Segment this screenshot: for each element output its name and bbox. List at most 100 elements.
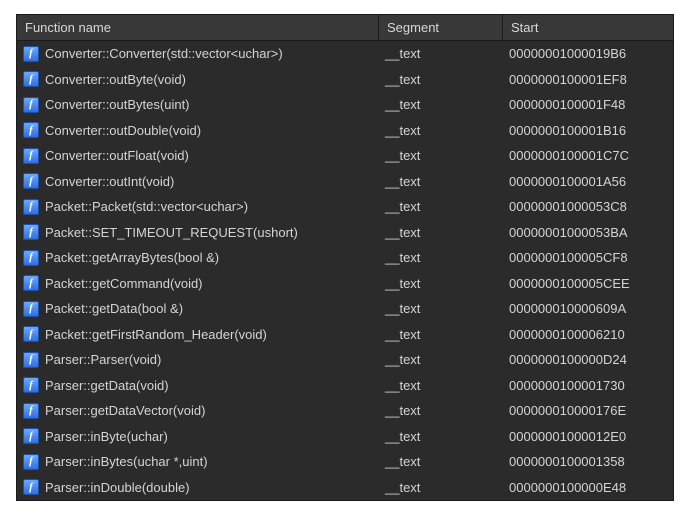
cell-start: 0000000100001B16 [503, 123, 673, 138]
function-icon-glyph: f [29, 74, 33, 85]
function-icon-glyph: f [29, 431, 33, 442]
table-row[interactable]: f Parser::inDouble(double) __text000000010… [17, 475, 673, 501]
cell-function-name: f Converter::Converter(std::vector<uchar>… [17, 46, 379, 62]
function-icon: f [23, 97, 39, 113]
cell-start: 0000000100001C7C [503, 148, 673, 163]
cell-function-name: f Converter::outInt(void) [17, 173, 379, 189]
function-icon: f [23, 326, 39, 342]
cell-start: 0000000100001730 [503, 378, 673, 393]
cell-start: 000000010000609A [503, 301, 673, 316]
table-row[interactable]: fConverter::outDouble(void)__text0000000… [17, 118, 673, 144]
column-header-segment[interactable]: Segment [379, 15, 503, 40]
cell-start: 0000000100001358 [503, 454, 673, 469]
cell-function-name: f Parser::getData(void) [17, 377, 379, 393]
function-name-text: Converter::outInt(void) [45, 174, 174, 189]
cell-function-name: f Packet::getCommand(void) [17, 275, 379, 291]
table-row[interactable]: f Converter::outInt(void) __text0000000100… [17, 169, 673, 195]
function-icon: f [23, 275, 39, 291]
function-icon-glyph: f [29, 456, 33, 467]
cell-start: 0000000100001EF8 [503, 72, 673, 87]
function-icon-glyph: f [29, 125, 33, 136]
cell-segment: __text [379, 97, 503, 112]
function-icon-glyph: f [29, 405, 33, 416]
function-name-text: Packet::getArrayBytes(bool &) [45, 250, 219, 265]
cell-segment: __text [379, 403, 503, 418]
function-icon: f [23, 352, 39, 368]
cell-start: 0000000100005CF8 [503, 250, 673, 265]
function-icon: f [23, 122, 39, 138]
table-row[interactable]: fParser::getDataVector(void)__text000000… [17, 398, 673, 424]
table-row[interactable]: fConverter::outByte(void)__text000000010… [17, 67, 673, 93]
cell-segment: __text [379, 480, 503, 495]
cell-segment: __text [379, 454, 503, 469]
cell-function-name: f Packet::getData(bool &) [17, 301, 379, 317]
cell-function-name: f Parser::inDouble(double) [17, 479, 379, 495]
cell-segment: __text [379, 148, 503, 163]
table-row[interactable]: fParser::Parser(void)__text0000000100000… [17, 347, 673, 373]
table-row[interactable]: fPacket::Packet(std::vector<uchar>)__tex… [17, 194, 673, 220]
function-icon-glyph: f [29, 380, 33, 391]
table-row[interactable]: f Packet::getData(bool &) __text0000000100… [17, 296, 673, 322]
function-icon-glyph: f [29, 227, 33, 238]
cell-function-name: fParser::getDataVector(void) [17, 403, 379, 419]
cell-segment: __text [379, 174, 503, 189]
column-header-start[interactable]: Start [503, 15, 673, 40]
cell-function-name: fPacket::Packet(std::vector<uchar>) [17, 199, 379, 215]
function-name-text: Packet::SET_TIMEOUT_REQUEST(ushort) [45, 225, 298, 240]
column-header-name[interactable]: Function name [17, 15, 379, 40]
cell-segment: __text [379, 72, 503, 87]
table-row[interactable]: fConverter::outFloat(void)__text00000001… [17, 143, 673, 169]
table-row[interactable]: fConverter::outBytes(uint)__text00000001… [17, 92, 673, 118]
function-icon: f [23, 46, 39, 62]
table-row[interactable]: f Packet::getCommand(void) __text000000010… [17, 271, 673, 297]
cell-segment: __text [379, 429, 503, 444]
cell-start: 000000010000176E [503, 403, 673, 418]
cell-start: 0000000100005CEE [503, 276, 673, 291]
cell-segment: __text [379, 276, 503, 291]
cell-function-name: f Converter::outBytes(uint) [17, 97, 379, 113]
table-row[interactable]: f Converter::Converter(std::vector<uchar>… [17, 41, 673, 67]
table-body: f Converter::Converter(std::vector<uchar>… [17, 41, 673, 500]
function-icon: f [23, 479, 39, 495]
function-icon: f [23, 71, 39, 87]
function-icon-glyph: f [29, 482, 33, 493]
function-icon: f [23, 250, 39, 266]
cell-segment: __text [379, 123, 503, 138]
cell-segment: __text [379, 225, 503, 240]
function-icon-glyph: f [29, 354, 33, 365]
table-row[interactable]: fParser::getData(void)__text000000010000… [17, 373, 673, 399]
cell-function-name: f Packet::SET_TIMEOUT_REQUEST(ushort) [17, 224, 379, 240]
cell-segment: __text [379, 352, 503, 367]
functions-table: Function name Segment Start fConverter::… [16, 14, 674, 501]
function-name-text: Converter::outBytes(uint) [45, 97, 190, 112]
table-row[interactable]: fPacket::getFirstRandom_Header(void)__te… [17, 322, 673, 348]
cell-segment: __text [379, 301, 503, 316]
cell-function-name: fConverter::outByte(void) [17, 71, 379, 87]
function-icon: f [23, 454, 39, 470]
cell-segment: __text [379, 327, 503, 342]
function-name-text: Converter::Converter(std::vector<uchar>) [45, 46, 283, 61]
function-icon-glyph: f [29, 201, 33, 212]
function-name-text: Parser::getData(void) [45, 378, 169, 393]
function-name-text: Packet::getCommand(void) [45, 276, 203, 291]
cell-function-name: fParser::inByte(uchar) [17, 428, 379, 444]
cell-start: 0000000100001A56 [503, 174, 673, 189]
cell-start: 0000000100000E48 [503, 480, 673, 495]
table-row[interactable]: fParser::inBytes(uchar *,uint)__text0000… [17, 449, 673, 475]
function-icon-glyph: f [29, 252, 33, 263]
function-icon-glyph: f [29, 176, 33, 187]
function-icon-glyph: f [29, 303, 33, 314]
cell-function-name: f Packet::getArrayBytes(bool &) [17, 250, 379, 266]
function-icon-glyph: f [29, 48, 33, 59]
table-row[interactable]: fParser::inByte(uchar)__text000000010000… [17, 424, 673, 450]
table-row[interactable]: fPacket::getArrayBytes(bool &)__text0000… [17, 245, 673, 271]
function-icon-glyph: f [29, 150, 33, 161]
table-row[interactable]: f Packet::SET_TIMEOUT_REQUEST(ushort) __te… [17, 220, 673, 246]
function-name-text: Packet::getData(bool &) [45, 301, 183, 316]
function-icon-glyph: f [29, 99, 33, 110]
table-header: Function name Segment Start [17, 15, 673, 41]
cell-function-name: fConverter::outFloat(void) [17, 148, 379, 164]
cell-segment: __text [379, 199, 503, 214]
cell-start: 0000000100006210 [503, 327, 673, 342]
function-name-text: Parser::inDouble(double) [45, 480, 190, 495]
